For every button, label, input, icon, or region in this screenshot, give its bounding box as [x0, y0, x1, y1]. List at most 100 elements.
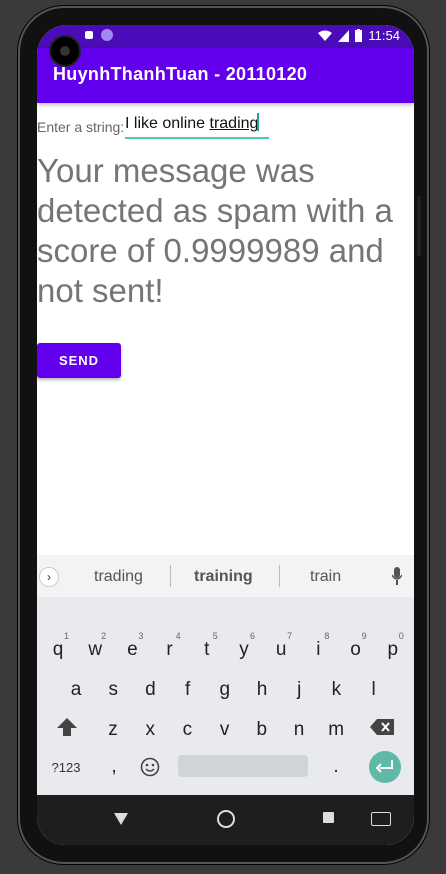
message-input[interactable]: I like online trading: [125, 113, 269, 139]
key-label: c: [182, 719, 193, 740]
keyboard-key[interactable]: q1: [41, 630, 75, 670]
soft-keyboard: › trading training train q1w2e3r4t5y6u7i…: [37, 555, 414, 795]
keyboard-key[interactable]: z: [96, 710, 130, 750]
key-label: q: [52, 639, 64, 660]
key-label: b: [256, 719, 268, 740]
battery-icon: [355, 29, 363, 42]
keyboard-key[interactable]: o9: [339, 630, 373, 670]
keyboard-key[interactable]: d: [133, 670, 167, 710]
backspace-key[interactable]: [365, 707, 399, 747]
keyboard-key[interactable]: c: [170, 710, 204, 750]
suggestion-1[interactable]: trading: [94, 568, 143, 586]
back-nav-icon[interactable]: [114, 813, 128, 825]
keyboard-key[interactable]: v: [208, 710, 242, 750]
shift-icon: [57, 718, 77, 736]
period-key[interactable]: .: [319, 747, 353, 787]
chevron-right-icon[interactable]: ›: [39, 567, 59, 587]
emoji-key[interactable]: [133, 747, 167, 787]
home-nav-icon[interactable]: [217, 810, 235, 828]
signal-icon: [338, 29, 350, 42]
keyboard-key[interactable]: m: [319, 710, 353, 750]
mic-icon[interactable]: [392, 567, 402, 585]
keyboard-key[interactable]: s: [96, 670, 130, 710]
key-label: s: [108, 679, 118, 700]
key-hint-number: 3: [138, 631, 144, 641]
status-bar: 11:54: [37, 25, 414, 67]
key-label: o: [350, 639, 361, 660]
send-button[interactable]: SEND: [37, 343, 121, 378]
app-title: HuynhThanhTuan - 20110120: [53, 64, 308, 84]
keyboard-key[interactable]: x: [133, 710, 167, 750]
status-time: 11:54: [368, 28, 400, 43]
key-label: i: [316, 639, 321, 660]
key-label: p: [387, 639, 399, 660]
input-label: Enter a string:: [37, 119, 125, 135]
key-label: g: [219, 679, 231, 700]
input-composing-word: trading: [209, 115, 259, 132]
key-hint-number: 8: [324, 631, 330, 641]
key-label: k: [331, 679, 342, 700]
key-label: x: [145, 719, 155, 740]
key-label: f: [184, 679, 191, 700]
keyboard-key[interactable]: i8: [301, 630, 335, 670]
key-label: d: [145, 679, 156, 700]
key-hint-number: 1: [63, 631, 69, 641]
key-hint-number: 2: [101, 631, 107, 641]
keyboard-key[interactable]: l: [357, 670, 391, 710]
keyboard-key[interactable]: t5: [190, 630, 224, 670]
suggestion-bar: › trading training train: [37, 555, 414, 597]
space-key[interactable]: [178, 755, 308, 777]
camera-cutout: [49, 35, 81, 67]
key-label: y: [239, 639, 249, 660]
notification-icon: [101, 29, 113, 41]
key-hint-number: 4: [175, 631, 181, 641]
symbols-key[interactable]: ?123: [49, 747, 83, 787]
key-label: u: [275, 639, 287, 660]
keyboard-key[interactable]: f: [171, 670, 205, 710]
device-screen: 11:54 HuynhThanhTuan - 20110120 Enter a …: [37, 25, 414, 845]
keyboard-key[interactable]: r4: [153, 630, 187, 670]
keyboard-key[interactable]: y6: [227, 630, 261, 670]
enter-icon: [376, 760, 393, 773]
spam-result-text: Your message was detected as spam with a…: [37, 152, 393, 309]
keyboard-key[interactable]: n: [282, 710, 316, 750]
power-button: [417, 196, 421, 256]
keyboard-key[interactable]: e3: [115, 630, 149, 670]
app-bar: HuynhThanhTuan - 20110120: [37, 48, 414, 103]
keyboard-key[interactable]: b: [245, 710, 279, 750]
key-hint-number: 7: [287, 631, 293, 641]
keyboard-key[interactable]: p0: [376, 630, 410, 670]
keyboard-switch-icon[interactable]: [371, 812, 391, 826]
key-label: v: [219, 719, 230, 740]
text-cursor: [257, 113, 260, 131]
recents-nav-icon[interactable]: [323, 812, 334, 823]
keyboard-key[interactable]: h: [245, 670, 279, 710]
shift-key[interactable]: [50, 707, 84, 747]
key-label: r: [166, 639, 173, 660]
suggestion-3[interactable]: train: [310, 568, 341, 586]
backspace-icon: [370, 719, 394, 735]
key-hint-number: 6: [249, 631, 255, 641]
key-label: m: [328, 719, 345, 740]
key-label: j: [297, 679, 302, 700]
key-hint-number: 9: [361, 631, 367, 641]
navigation-bar: [37, 795, 414, 845]
keyboard-key[interactable]: a: [59, 670, 93, 710]
keyboard-key[interactable]: k: [319, 670, 353, 710]
input-text: I like online: [125, 115, 210, 132]
key-label: n: [293, 719, 305, 740]
wifi-icon: [318, 30, 333, 41]
key-label: a: [70, 679, 82, 700]
key-label: t: [204, 639, 210, 660]
keyboard-key[interactable]: u7: [264, 630, 298, 670]
key-label: h: [256, 679, 268, 700]
enter-key[interactable]: [369, 751, 401, 783]
key-hint-number: 5: [212, 631, 218, 641]
keyboard-key[interactable]: w2: [78, 630, 112, 670]
key-hint-number: 0: [398, 631, 404, 641]
keyboard-key[interactable]: g: [208, 670, 242, 710]
comma-key[interactable]: ,: [97, 747, 131, 787]
suggestion-2[interactable]: training: [194, 568, 253, 586]
key-label: e: [127, 639, 138, 660]
keyboard-key[interactable]: j: [282, 670, 316, 710]
